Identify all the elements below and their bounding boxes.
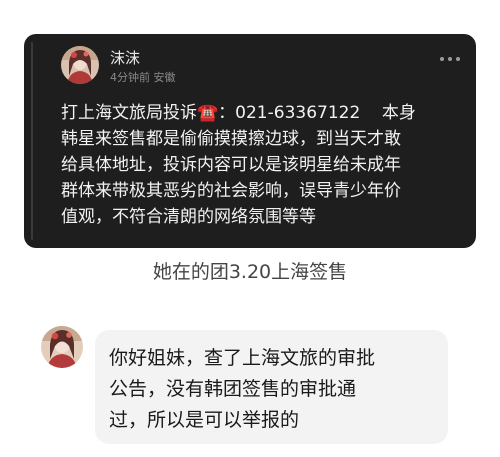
dot [456, 57, 460, 61]
dot [440, 57, 444, 61]
dot [448, 57, 452, 61]
user-avatar-icon [41, 326, 83, 368]
reply-user-avatar[interactable] [41, 326, 83, 368]
user-avatar-icon [61, 46, 99, 84]
post-body-text: 打上海文旅局投诉☎️：021-63367122 本身 韩星来签售都是偷偷摸摸擦边… [61, 103, 416, 227]
post-caption: 她在的团3.20上海签售 [152, 261, 348, 283]
post-user-name[interactable]: 沫沫 [110, 49, 140, 67]
post-time-location: 4分钟前 安徽 [110, 71, 176, 84]
screenshot-page: 沫沫 4分钟前 安徽 打上海文旅局投诉☎️：021-63367122 本身 韩星… [0, 0, 500, 457]
reply-message-text: 你好姐妹，查了上海文旅的审批 公告，没有韩团签售的审批通 过，所以是可以举报的 [109, 347, 376, 431]
post-user-avatar[interactable] [61, 46, 99, 84]
quote-bar [31, 42, 33, 240]
more-dots-icon[interactable] [440, 54, 460, 64]
quoted-post-card[interactable]: 沫沫 4分钟前 安徽 打上海文旅局投诉☎️：021-63367122 本身 韩星… [24, 34, 476, 248]
reply-chat-bubble[interactable]: 你好姐妹，查了上海文旅的审批 公告，没有韩团签售的审批通 过，所以是可以举报的 [95, 330, 448, 444]
